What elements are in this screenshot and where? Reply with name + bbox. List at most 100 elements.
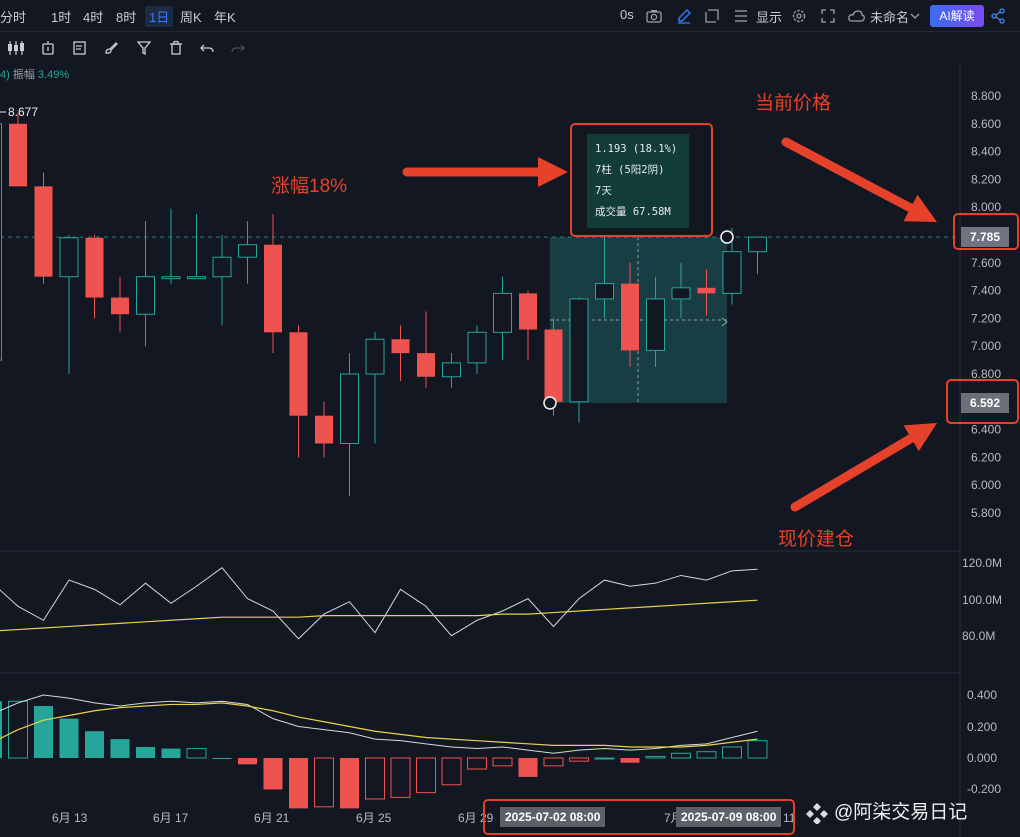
macd-bar — [186, 748, 207, 759]
candle-body — [595, 283, 614, 300]
macd-bar — [212, 758, 232, 759]
candle-body — [9, 123, 27, 187]
date-axis-label: 6月 13 — [52, 811, 88, 825]
macd-axis-label: 0.200 — [967, 720, 997, 734]
candle-body — [85, 237, 104, 298]
candle-body — [493, 292, 512, 333]
candle-body — [671, 287, 691, 300]
volume-line — [0, 567, 758, 640]
macd-bar — [543, 757, 564, 767]
macd-bar — [518, 758, 538, 777]
entry-price-tag: 6.592 — [961, 393, 1009, 413]
macd-bar — [85, 731, 104, 758]
macd-bar — [645, 755, 666, 759]
macd-bar — [390, 757, 411, 798]
candle-body — [212, 256, 232, 278]
macd-bar — [594, 757, 615, 760]
price-axis-label: 6.000 — [971, 478, 1001, 492]
price-axis-label: 6.200 — [971, 450, 1001, 464]
diamond-logo-icon — [806, 802, 828, 825]
macd-bar — [365, 757, 385, 800]
macd-bar — [696, 751, 717, 759]
date-axis-label: 6月 25 — [356, 811, 392, 825]
candle-body — [417, 353, 435, 377]
volume-axis-label: 120.0M — [962, 556, 1002, 570]
date-axis-label: 6月 17 — [153, 811, 189, 825]
annotation-rise: 涨幅18% — [271, 176, 348, 197]
candle-body — [365, 338, 385, 375]
macd-bar — [671, 752, 691, 759]
macd-bar — [467, 757, 487, 770]
end-date-tag: 2025-07-09 08:00 — [676, 807, 782, 827]
price-axis-label: 8.400 — [971, 145, 1001, 159]
macd-bar — [722, 746, 742, 759]
macd-bar — [340, 758, 359, 809]
macd-bar — [263, 758, 283, 790]
measure-end-handle[interactable] — [720, 230, 734, 244]
macd-bar — [161, 748, 181, 758]
candle-body — [34, 186, 53, 277]
price-axis-label: 7.200 — [971, 311, 1001, 325]
measure-start-handle[interactable] — [543, 396, 557, 410]
macd-bar — [314, 757, 334, 808]
candle-body — [161, 276, 181, 280]
watermark: @阿柒交易日记 — [806, 798, 967, 828]
price-axis-label: 8.800 — [971, 89, 1001, 103]
macd-bar — [747, 740, 768, 759]
macd-bar — [569, 757, 589, 762]
annotation-entry: 现价建仓 — [778, 529, 855, 550]
macd-bar — [110, 739, 130, 758]
macd-bar — [136, 746, 155, 758]
candle-body — [59, 237, 79, 278]
current-price-tag: 7.785 — [961, 227, 1009, 247]
candle-body — [569, 298, 589, 403]
annotation-arrow-rise-head — [538, 157, 568, 187]
price-axis-label: 7.000 — [971, 339, 1001, 353]
volume-axis-label: 80.0M — [962, 629, 995, 643]
price-axis-label: 8.600 — [971, 117, 1001, 131]
price-chart[interactable]: 8.8008.6008.4008.2008.0007.6007.4007.200… — [0, 0, 1020, 837]
watermark-text: @阿柒交易日记 — [834, 802, 968, 823]
candle-body — [289, 332, 308, 416]
candle-body — [544, 329, 563, 402]
candle-body — [340, 373, 359, 444]
candle-body — [264, 244, 282, 333]
candle-body — [467, 331, 487, 364]
macd-bar — [416, 757, 436, 794]
candle-body — [697, 287, 716, 294]
candle-body — [136, 276, 155, 315]
candle-body — [0, 123, 2, 361]
macd-bar — [34, 706, 53, 758]
candle-body — [646, 298, 665, 351]
start-date-tag: 2025-07-02 08:00 — [500, 807, 606, 827]
volume-axis-label: 100.0M — [962, 593, 1002, 607]
candle-body — [238, 244, 257, 258]
tooltip-highlight-box — [570, 123, 713, 237]
macd-bar — [620, 758, 640, 763]
high-marker-label: 8.677 — [8, 105, 38, 119]
macd-bar — [289, 758, 308, 809]
macd-bar — [59, 718, 79, 758]
date-axis-label: 6月 21 — [254, 811, 290, 825]
candle-body — [187, 276, 206, 280]
candle-body — [391, 339, 410, 354]
candle-body — [442, 362, 461, 378]
macd-bar — [238, 758, 257, 765]
macd-axis-label: 0.400 — [967, 688, 997, 702]
price-axis-label: 5.800 — [971, 506, 1001, 520]
price-axis-label: 6.400 — [971, 423, 1001, 437]
price-axis-label: 7.400 — [971, 284, 1001, 298]
annotation-arrow-entry — [790, 433, 916, 512]
macd-axis-label: 0.000 — [967, 751, 997, 765]
candle-body — [621, 283, 639, 351]
candle-body — [315, 415, 333, 444]
price-axis-label: 8.200 — [971, 172, 1001, 186]
annotation-arrow-current — [781, 137, 915, 213]
macd-bar — [492, 757, 513, 767]
annotation-current-price: 当前价格 — [755, 93, 832, 114]
macd-bar — [441, 757, 462, 786]
candle-body — [519, 293, 537, 330]
price-axis-label: 7.600 — [971, 256, 1001, 270]
candle-body — [748, 236, 767, 253]
macd-axis-label: -0.200 — [967, 782, 1001, 796]
